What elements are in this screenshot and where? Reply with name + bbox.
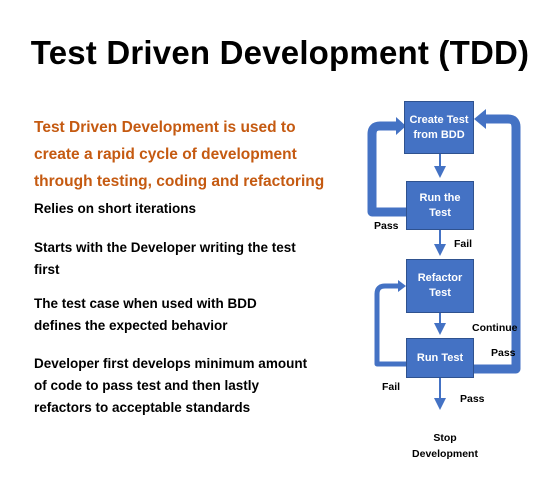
create-test-box: Create Test from BDD: [404, 101, 474, 154]
loop-fail-arrowhead: [398, 280, 406, 292]
loop-continue-arrowhead: [474, 109, 486, 129]
pass-label-run: Pass: [374, 220, 399, 232]
continue-label: Continue: [472, 322, 518, 334]
pass-label-stop: Pass: [460, 393, 485, 405]
refactor-test-box: Refactor Test: [406, 259, 474, 313]
run-the-test-box: Run the Test: [406, 181, 474, 230]
loop-pass-to-create: [367, 121, 406, 217]
run-test-box: Run Test: [406, 338, 474, 378]
fail-label-run: Fail: [454, 238, 473, 250]
pass-label-continue: Pass: [491, 347, 516, 359]
flowchart-connectors: [367, 109, 521, 410]
fail-label-runtest: Fail: [382, 381, 401, 393]
stop-development-label: Stop Development: [412, 432, 478, 460]
loop-fail-to-refactor: [374, 283, 406, 367]
